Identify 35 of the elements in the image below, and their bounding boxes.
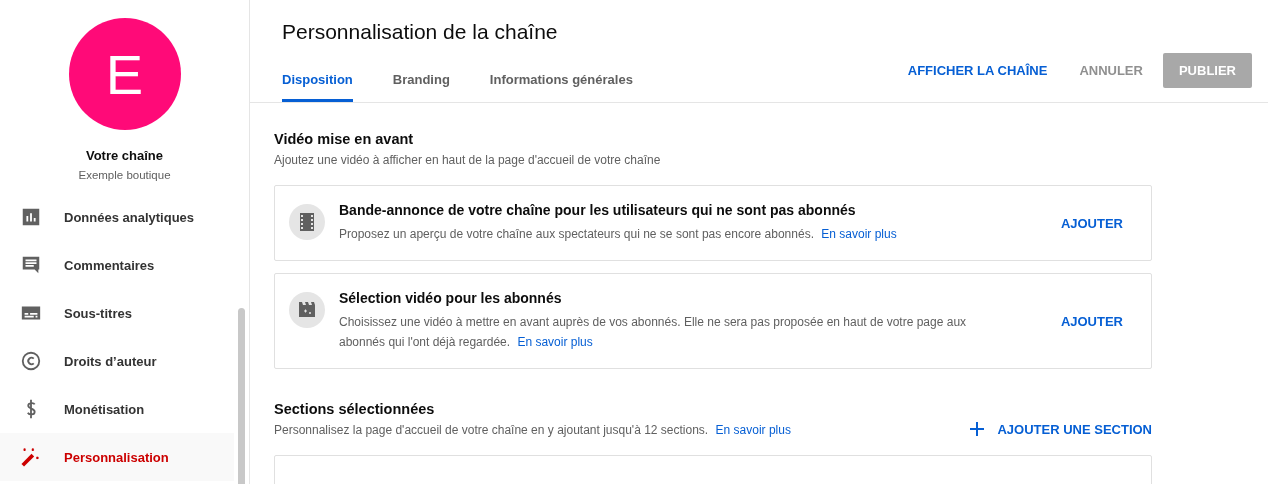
scrollbar[interactable] (238, 308, 245, 484)
section-title: Vidéo mise en avant (274, 131, 415, 147)
tab[interactable]: Branding (392, 64, 450, 102)
add-button[interactable]: AJOUTER (1052, 207, 1131, 239)
sidebar-item[interactable]: Droits d’auteur (0, 337, 234, 385)
clapperboard-icon (289, 292, 325, 328)
section-description: Ajoutez une vidéo à afficher en haut de la page d'accueil de votre chaîne (274, 153, 662, 167)
avatar[interactable]: E (68, 18, 181, 130)
sidebar-item[interactable]: Commentaires (0, 241, 234, 289)
sidebar-item[interactable]: Personnalisation (0, 433, 234, 481)
learn-more-link[interactable]: En savoir plus (821, 227, 897, 241)
add-section-button[interactable]: AJOUTER UNE SECTION (969, 421, 1152, 437)
film-icon (289, 204, 325, 240)
page-title: Personnalisation de la chaîne (282, 20, 559, 44)
sidebar-item[interactable]: Données analytiques (0, 193, 234, 241)
learn-more-link[interactable]: En savoir plus (517, 335, 593, 349)
add-button[interactable]: AJOUTER (1052, 305, 1131, 337)
view-channel-button[interactable]: AFFICHER LA CHAÎNE (895, 53, 1060, 88)
card-title: Sélection vidéo pour les abonnés (339, 290, 563, 306)
tab[interactable]: Disposition (282, 64, 353, 102)
card-title: Bande-annonce de votre chaîne pour les utilisateurs qui ne sont pas abonnés (339, 202, 857, 218)
section-description: Personnalisez la page d'accueil de votre chaîne en y ajoutant jusqu'à 12 sections. En savoir plus (274, 423, 791, 437)
magic-wand-icon (20, 446, 42, 468)
bar-chart-icon (20, 206, 42, 228)
card-description: Proposez un aperçu de votre chaîne aux spectateurs qui ne se sont pas encore abonnés. En savoir plus (339, 226, 898, 243)
channel-subtitle: Exemple boutique (78, 169, 171, 181)
sidebar-item[interactable]: Sous-titres (0, 289, 234, 337)
channel-title: Votre chaîne (85, 148, 164, 163)
copyright-icon (20, 350, 42, 372)
learn-more-link[interactable]: En savoir plus (715, 423, 791, 437)
plus-icon (969, 421, 986, 437)
sidebar-item[interactable]: Monétisation (0, 385, 234, 433)
tab[interactable]: Informations générales (489, 64, 633, 102)
card-description: Choisissez une vidéo à mettre en avant auprès de vos abonnés. Elle ne sera pas proposée en haut de votre page aux abonnés qui l'ont déjà regardée. En savoir plus (339, 314, 968, 351)
section-title: Sections sélectionnées (274, 401, 436, 417)
